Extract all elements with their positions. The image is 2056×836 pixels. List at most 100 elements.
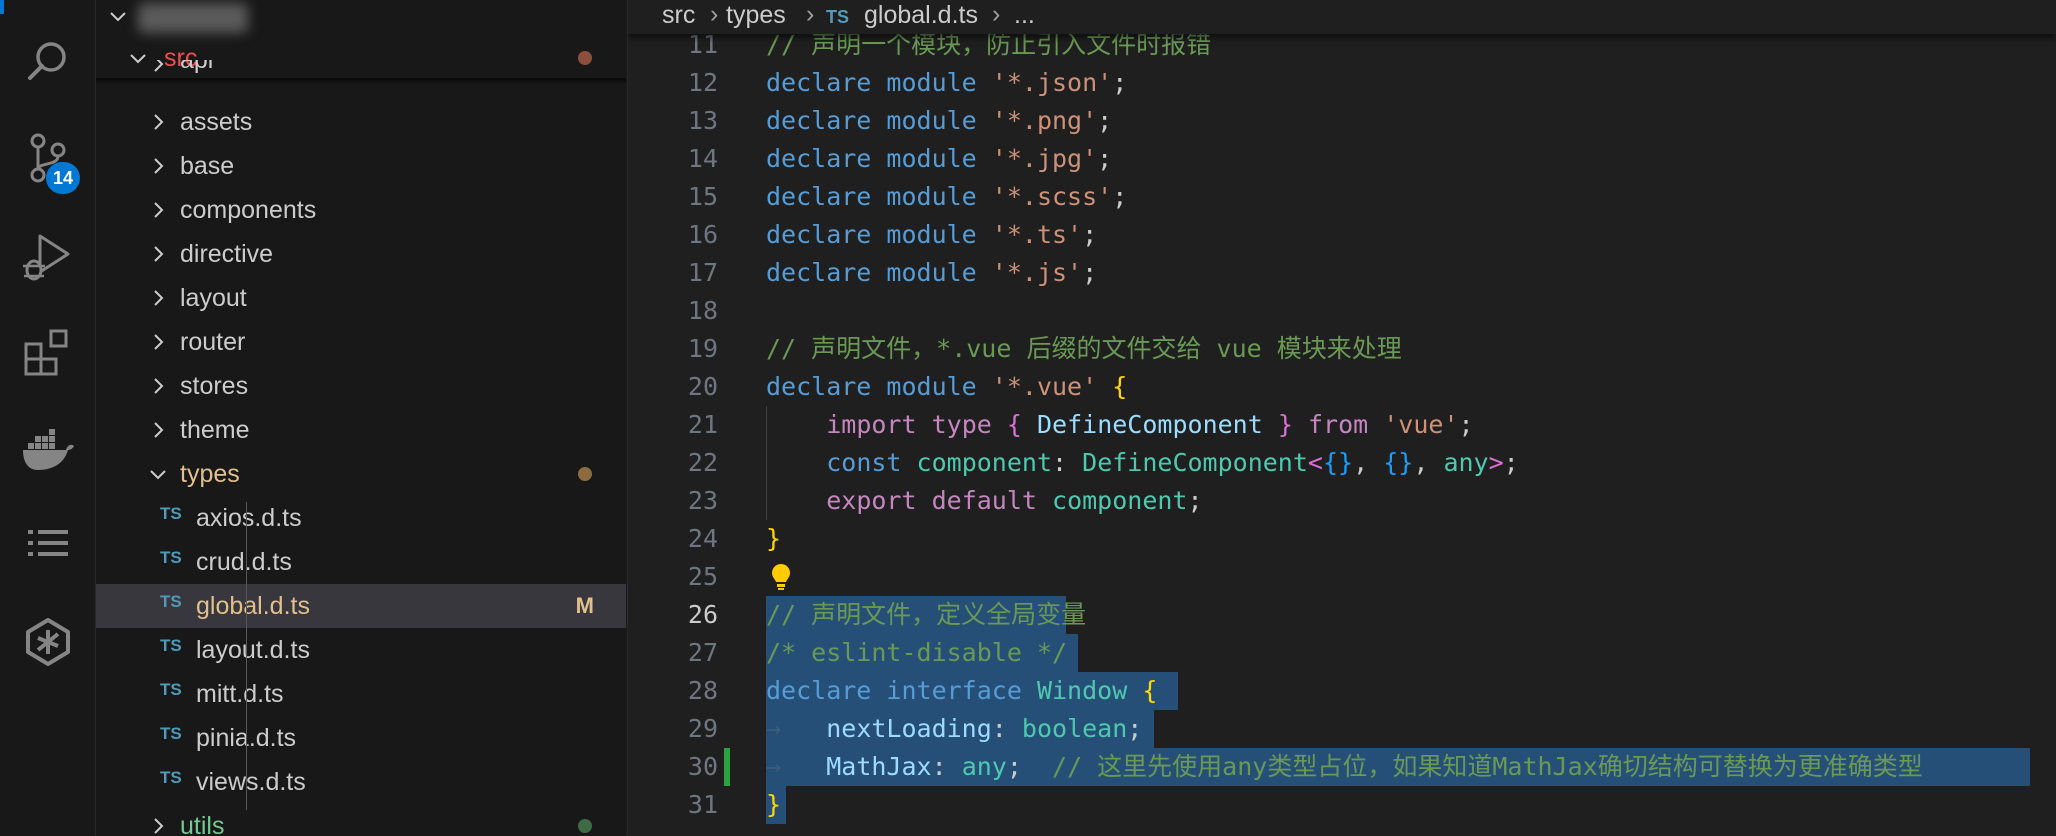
code-line-15[interactable]: declare module '*.scss'; [766,178,1127,216]
code-line-16[interactable]: declare module '*.ts'; [766,216,1097,254]
run-debug-icon[interactable] [18,226,78,286]
code-line-21[interactable]: import type { DefineComponent } from 'vu… [766,406,1473,444]
folder-label: assets [180,108,253,136]
file-crud.d.ts[interactable]: TS crud.d.ts [96,540,626,584]
folder-label: theme [180,416,250,444]
file-mitt.d.ts[interactable]: TS mitt.d.ts [96,672,626,716]
git-status-badge: M [575,593,594,618]
file-label: axios.d.ts [196,504,302,532]
line-number: 19 [687,334,718,363]
line-number: 12 [687,68,718,97]
folder-label: layout [180,284,247,312]
ai-assistant-icon[interactable] [18,612,78,672]
chevron-right-icon [148,288,168,308]
folder-components[interactable]: components [96,188,626,232]
chevron-right-icon [148,376,168,396]
folder-label: stores [180,372,249,400]
code-line-30[interactable]: → MathJax: any; // 这里先使用any类型占位，如果知道Math… [766,748,1923,786]
folder-stores[interactable]: stores [96,364,626,408]
code-line-14[interactable]: declare module '*.jpg'; [766,140,1112,178]
line-number: 15 [687,182,718,211]
scm-badge: 14 [46,162,80,194]
search-icon[interactable] [18,32,78,92]
line-number: 24 [687,524,718,553]
line-number: 23 [687,486,718,515]
extensions-icon[interactable] [18,322,78,382]
line-number: 26 [687,600,718,629]
line-number: 16 [687,220,718,249]
typescript-file-icon: TS [160,548,182,567]
code-line-28[interactable]: declare interface Window { [766,672,1157,710]
folder-api[interactable]: api [96,60,626,84]
code-line-12[interactable]: declare module '*.json'; [766,64,1127,102]
chevron-right-icon [148,60,168,74]
lightbulb-icon[interactable] [770,562,792,592]
line-number: 28 [687,676,718,705]
breadcrumb-item-src[interactable]: src [662,0,695,30]
typescript-file-icon: TS [160,592,182,611]
code-line-20[interactable]: declare module '*.vue' { [766,368,1127,406]
typescript-file-icon: TS [160,636,182,655]
file-label: views.d.ts [196,768,306,796]
typescript-file-icon: TS [160,680,182,699]
workspace-root-row[interactable] [96,0,626,36]
code-line-29[interactable]: → nextLoading: boolean; [766,710,1142,748]
docker-icon[interactable] [18,420,78,480]
chevron-right-icon [148,112,168,132]
active-indicator [0,0,4,14]
folder-utils[interactable]: utils [96,804,626,836]
file-axios.d.ts[interactable]: TS axios.d.ts [96,496,626,540]
list-icon[interactable] [18,514,78,574]
line-number: 13 [687,106,718,135]
line-number: 30 [687,752,718,781]
typescript-file-icon: TS [160,504,182,523]
code-line-27[interactable]: /* eslint-disable */ [766,634,1067,672]
code-line-26[interactable]: // 声明文件，定义全局变量 [766,596,1086,634]
folder-router[interactable]: router [96,320,626,364]
folder-label: types [180,460,240,488]
folder-theme[interactable]: theme [96,408,626,452]
file-global.d.ts[interactable]: TS global.d.ts M [96,584,626,628]
line-number: 22 [687,448,718,477]
code-line-23[interactable]: export default component; [766,482,1202,520]
folder-label: base [180,152,235,180]
breadcrumb-separator-icon: › [710,0,719,28]
folder-label: api [180,60,214,74]
code-line-22[interactable]: const component: DefineComponent<{}, {},… [766,444,1519,482]
breadcrumb-item-types[interactable]: types [726,0,786,30]
line-number: 27 [687,638,718,667]
file-pinia.d.ts[interactable]: TS pinia.d.ts [96,716,626,760]
chevron-down-icon [148,464,168,484]
file-views.d.ts[interactable]: TS views.d.ts [96,760,626,804]
code-line-31[interactable]: } [766,786,781,824]
breadcrumb-item-file[interactable]: global.d.ts [864,0,978,30]
breadcrumb: src › types › TS global.d.ts › ... [628,0,2056,34]
folder-label: router [180,328,246,356]
status-dot [578,819,592,833]
indent-guide [246,502,247,810]
line-number: 29 [687,714,718,743]
workspace-root-label-blurred [138,3,248,33]
file-layout.d.ts[interactable]: TS layout.d.ts [96,628,626,672]
folder-types[interactable]: types [96,452,626,496]
explorer-sidebar: src api assets base components directive layo… [96,0,628,836]
chevron-right-icon [148,200,168,220]
code-line-24[interactable]: } [766,520,781,558]
line-number: 18 [687,296,718,325]
line-number: 25 [687,562,718,591]
folder-label: utils [180,812,225,836]
folder-directive[interactable]: directive [96,232,626,276]
file-label: mitt.d.ts [196,680,284,708]
breadcrumb-item-more[interactable]: ... [1014,0,1035,30]
code-line-19[interactable]: // 声明文件，*.vue 后缀的文件交给 vue 模块来处理 [766,330,1402,368]
folder-base[interactable]: base [96,144,626,188]
folder-label: components [180,196,317,224]
code-line-13[interactable]: declare module '*.png'; [766,102,1112,140]
folder-layout[interactable]: layout [96,276,626,320]
line-number: 31 [687,790,718,819]
folder-assets[interactable]: assets [96,100,626,144]
code-line-17[interactable]: declare module '*.js'; [766,254,1097,292]
chevron-right-icon [148,332,168,352]
file-label: crud.d.ts [196,548,292,576]
file-label: layout.d.ts [196,636,310,664]
